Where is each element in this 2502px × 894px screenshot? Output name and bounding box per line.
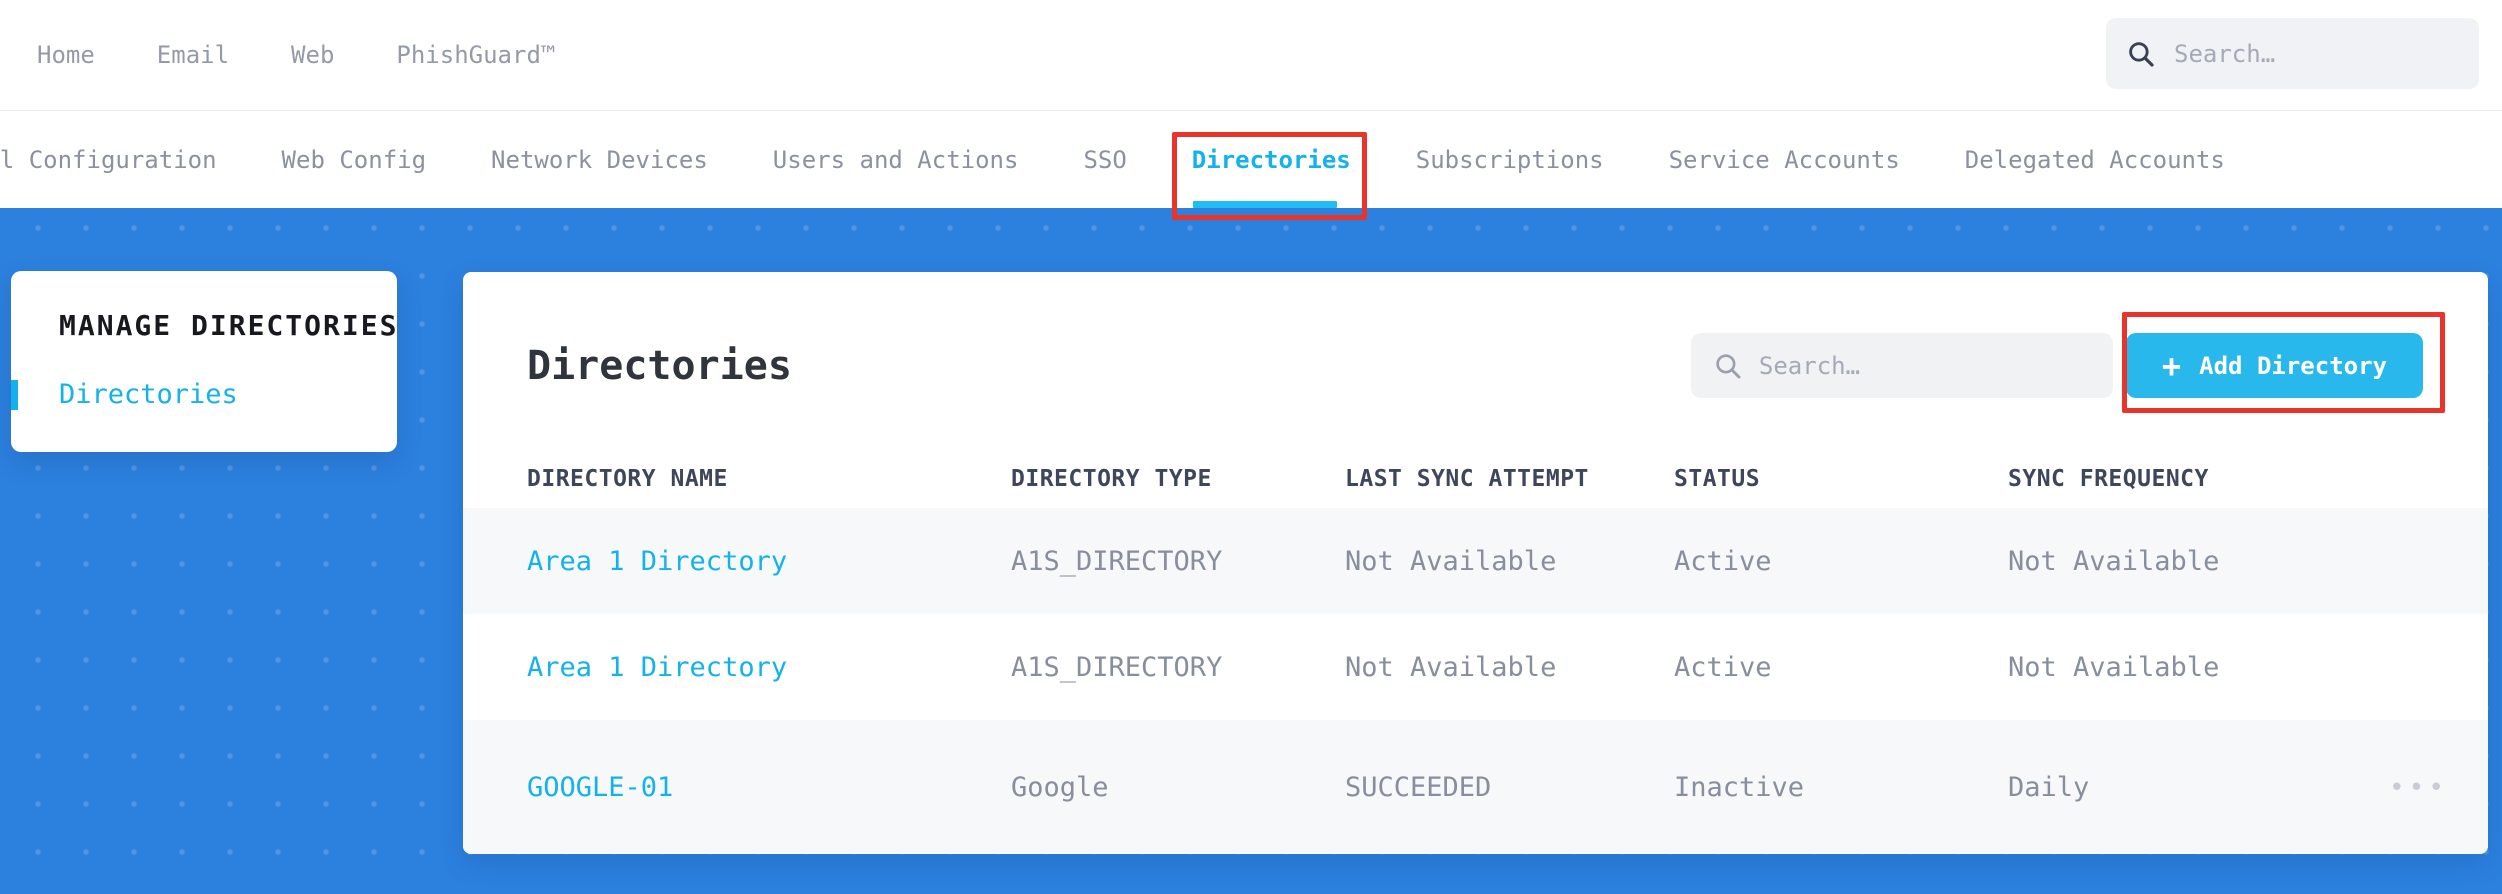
global-search-input[interactable] xyxy=(2174,39,2459,68)
nav-item-email[interactable]: Email xyxy=(157,41,229,69)
sync-frequency-cell: Daily xyxy=(2008,771,2090,803)
app-root: Home Email Web PhishGuard™ Email Configu… xyxy=(0,0,2502,894)
column-header-directory-type: DIRECTORY TYPE xyxy=(1011,466,1212,492)
tab-network-devices[interactable]: Network Devices xyxy=(491,111,708,208)
directory-search-box[interactable] xyxy=(1690,333,2113,398)
nav-item-web[interactable]: Web xyxy=(291,41,334,69)
directory-name-link[interactable]: Area 1 Directory xyxy=(527,546,1011,577)
tab-delegated-accounts[interactable]: Delegated Accounts xyxy=(1965,111,2225,208)
add-directory-button[interactable]: + Add Directory xyxy=(2125,333,2423,398)
tab-service-accounts[interactable]: Service Accounts xyxy=(1669,111,1900,208)
settings-tab-bar: Email Configuration Web Config Network D… xyxy=(0,110,2502,208)
panel-header: Directories + Add Directory xyxy=(463,272,2488,398)
table-row: Area 1 Directory A1S_DIRECTORY Not Avail… xyxy=(463,508,2488,614)
column-header-status: STATUS xyxy=(1674,466,1761,492)
row-actions-cell: ••• xyxy=(2358,772,2448,803)
column-header-sync-frequency: SYNC FREQUENCY xyxy=(2008,466,2209,492)
tabs-strip: Email Configuration Web Config Network D… xyxy=(0,111,2502,208)
last-sync-cell: Not Available xyxy=(1345,651,1557,683)
tab-web-config[interactable]: Web Config xyxy=(282,111,427,208)
sidebar-title: MANAGE DIRECTORIES xyxy=(59,309,399,342)
directories-panel: Directories + Add Directory xyxy=(463,272,2488,854)
status-cell: Active xyxy=(1674,651,1772,683)
ellipsis-menu-icon[interactable]: ••• xyxy=(2389,775,2448,801)
status-cell: Active xyxy=(1674,545,1772,577)
sidebar-item-directories[interactable]: Directories xyxy=(11,380,397,410)
search-icon xyxy=(1716,353,1741,378)
sync-frequency-cell: Not Available xyxy=(2008,651,2220,683)
column-header-last-sync-attempt: LAST SYNC ATTEMPT xyxy=(1345,466,1589,492)
top-nav-links: Home Email Web PhishGuard™ xyxy=(0,41,555,69)
panel-controls: + Add Directory xyxy=(1690,333,2423,398)
add-directory-button-label: Add Directory xyxy=(2199,351,2387,380)
table-row: GOOGLE-01 Google SUCCEEDED Inactive Dail… xyxy=(463,720,2488,854)
search-icon xyxy=(2129,41,2154,67)
workspace-background: MANAGE DIRECTORIES Directories Directori… xyxy=(0,208,2502,894)
table-row: Area 1 Directory A1S_DIRECTORY Not Avail… xyxy=(463,614,2488,720)
table-header-row: DIRECTORY NAME DIRECTORY TYPE LAST SYNC … xyxy=(463,450,2488,508)
tab-sso[interactable]: SSO xyxy=(1083,111,1126,208)
directory-type-cell: Google xyxy=(1011,771,1109,803)
tab-users-and-actions[interactable]: Users and Actions xyxy=(773,111,1019,208)
nav-item-home[interactable]: Home xyxy=(37,41,95,69)
last-sync-cell: Not Available xyxy=(1345,545,1557,577)
directory-name-link[interactable]: GOOGLE-01 xyxy=(527,772,1011,803)
plus-icon: + xyxy=(2161,346,2182,385)
last-sync-cell: SUCCEEDED xyxy=(1345,771,1492,803)
tab-subscriptions[interactable]: Subscriptions xyxy=(1416,111,1604,208)
column-header-directory-name: DIRECTORY NAME xyxy=(527,466,728,492)
tab-directories[interactable]: Directories xyxy=(1192,111,1351,208)
directories-table: DIRECTORY NAME DIRECTORY TYPE LAST SYNC … xyxy=(463,450,2488,854)
directory-name-link[interactable]: Area 1 Directory xyxy=(527,652,1011,683)
directory-type-cell: A1S_DIRECTORY xyxy=(1011,651,1223,683)
directory-type-cell: A1S_DIRECTORY xyxy=(1011,545,1223,577)
status-cell: Inactive xyxy=(1674,771,1805,803)
global-search-box[interactable] xyxy=(2106,18,2479,89)
directory-search-input[interactable] xyxy=(1758,351,2091,380)
top-navigation-bar: Home Email Web PhishGuard™ xyxy=(0,0,2502,110)
tab-email-configuration[interactable]: Email Configuration xyxy=(0,111,217,208)
sync-frequency-cell: Not Available xyxy=(2008,545,2220,577)
nav-item-phishguard[interactable]: PhishGuard™ xyxy=(396,41,555,69)
manage-directories-card: MANAGE DIRECTORIES Directories xyxy=(11,271,397,452)
page-title: Directories xyxy=(527,342,792,389)
